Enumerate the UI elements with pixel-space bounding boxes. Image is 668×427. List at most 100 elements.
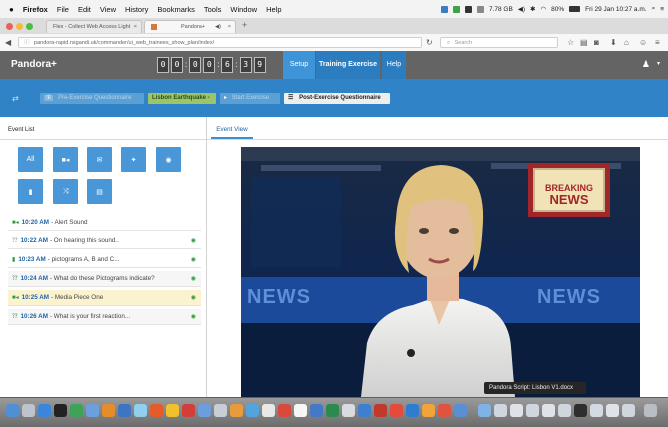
site-info-icon[interactable]: ⓘ xyxy=(24,40,30,46)
app-icon[interactable] xyxy=(262,404,275,417)
tab-flex[interactable]: Flex - Collect Web Access Light × xyxy=(46,20,142,33)
nav-setup[interactable]: Setup xyxy=(283,51,315,79)
menu-history[interactable]: History xyxy=(125,5,148,14)
trash-icon[interactable] xyxy=(644,404,657,417)
app-icon[interactable] xyxy=(86,404,99,417)
home-icon[interactable]: ⌂ xyxy=(624,38,629,47)
nav-training-exercise[interactable]: Training Exercise xyxy=(316,51,380,79)
chevron-down-icon[interactable]: ▾ xyxy=(657,60,660,67)
menu-window[interactable]: Window xyxy=(230,5,257,14)
window-thumbnail[interactable] xyxy=(574,404,587,417)
eye-icon[interactable]: ◉ xyxy=(191,275,196,282)
tray-app-icon[interactable] xyxy=(476,5,484,13)
app-icon[interactable] xyxy=(438,404,451,417)
app-icon[interactable] xyxy=(278,404,291,417)
menu-bookmarks[interactable]: Bookmarks xyxy=(157,5,195,14)
tray-app-icon[interactable] xyxy=(440,5,448,13)
user-icon[interactable]: ♟ xyxy=(642,59,650,70)
window-thumbnail[interactable] xyxy=(526,404,539,417)
back-button[interactable]: ◀ xyxy=(5,38,11,47)
app-icon[interactable] xyxy=(182,404,195,417)
eye-icon[interactable]: ◉ xyxy=(191,256,196,263)
app-icon[interactable] xyxy=(230,404,243,417)
close-tab-icon[interactable]: × xyxy=(228,24,231,30)
volume-icon[interactable]: ◀) xyxy=(518,5,525,13)
app-icon[interactable] xyxy=(326,404,339,417)
event-row[interactable]: ⁇ 10:26 AM - What is your first reaction… xyxy=(8,309,201,325)
window-thumbnail[interactable] xyxy=(590,404,603,417)
terminal-icon[interactable] xyxy=(54,404,67,417)
safari-icon[interactable] xyxy=(38,404,51,417)
bookmark-star-icon[interactable]: ☆ xyxy=(567,38,574,47)
wifi-icon[interactable]: ◠ xyxy=(540,5,546,13)
chrome-icon[interactable] xyxy=(70,404,83,417)
filter-all-button[interactable]: All xyxy=(18,147,43,172)
finder-icon[interactable] xyxy=(6,404,19,417)
menu-toggle-icon[interactable]: ⇄ xyxy=(12,94,19,103)
event-row[interactable]: ⁇ 10:24 AM - What do these Pictograms in… xyxy=(8,271,201,287)
filter-video-button[interactable]: ■◂ xyxy=(53,147,78,172)
step-start-exercise[interactable]: ▸ Start Exercise xyxy=(220,93,280,104)
window-thumbnail[interactable] xyxy=(622,404,635,417)
app-icon[interactable] xyxy=(198,404,211,417)
app-icon[interactable] xyxy=(294,404,307,417)
menu-app-firefox[interactable]: Firefox xyxy=(23,5,48,14)
hamburger-menu-icon[interactable]: ≡ xyxy=(655,38,660,47)
downloads-icon[interactable]: ⬇ xyxy=(610,38,617,47)
app-icon[interactable] xyxy=(118,404,131,417)
window-thumbnail[interactable] xyxy=(494,404,507,417)
new-tab-button[interactable]: + xyxy=(242,20,247,30)
notification-center-icon[interactable]: ≡ xyxy=(660,6,664,13)
menu-view[interactable]: View xyxy=(100,5,116,14)
reload-icon[interactable]: ↻ xyxy=(426,38,433,47)
step-pre-exercise-questionnaire[interactable]: ① Pre-Exercise Questionnaire xyxy=(40,93,144,104)
scenario-selector[interactable]: Lisbon Earthquake - xyxy=(148,93,216,104)
app-icon[interactable] xyxy=(310,404,323,417)
app-icon[interactable] xyxy=(454,404,467,417)
filter-document-button[interactable]: ▮ xyxy=(18,179,43,204)
url-bar[interactable]: ⓘ pandora-rapid.nsgandi.uk/commander/ui_… xyxy=(18,37,422,48)
window-thumbnail[interactable] xyxy=(558,404,571,417)
step-post-exercise-questionnaire[interactable]: ☰ Post-Exercise Questionnaire xyxy=(284,93,390,104)
close-tab-icon[interactable]: × xyxy=(134,24,137,30)
app-icon[interactable] xyxy=(134,404,147,417)
eye-icon[interactable]: ◉ xyxy=(191,294,196,301)
folder-icon[interactable] xyxy=(478,404,491,417)
spotlight-icon[interactable]: ⌕ xyxy=(652,5,656,13)
app-icon[interactable] xyxy=(150,404,163,417)
menu-tools[interactable]: Tools xyxy=(204,5,222,14)
app-icon[interactable] xyxy=(214,404,227,417)
pocket-icon[interactable]: ◙ xyxy=(594,38,599,47)
window-thumbnail[interactable] xyxy=(510,404,523,417)
tab-event-view[interactable]: Event View xyxy=(211,123,253,139)
app-icon[interactable] xyxy=(374,404,387,417)
tray-app-icon[interactable] xyxy=(452,5,460,13)
news-video-player[interactable]: BREAKING NEWS NEWS NEWS xyxy=(241,147,640,397)
tab-pandora[interactable]: Pandora+ ◀) × xyxy=(144,20,236,33)
filter-news-button[interactable]: ▤ xyxy=(87,179,112,204)
network-meter[interactable]: 7.78 GB xyxy=(489,6,513,13)
launchpad-icon[interactable] xyxy=(22,404,35,417)
audio-playing-icon[interactable]: ◀) xyxy=(215,24,221,30)
app-icon[interactable] xyxy=(406,404,419,417)
clock[interactable]: Fri 29 Jan 10:27 a.m. xyxy=(585,6,646,13)
eye-icon[interactable]: ◉ xyxy=(191,313,196,320)
battery-percent[interactable]: 80% xyxy=(551,6,564,13)
filter-email-button[interactable]: ✉ xyxy=(87,147,112,172)
app-icon[interactable] xyxy=(342,404,355,417)
menu-edit[interactable]: Edit xyxy=(78,5,91,14)
nav-help[interactable]: Help xyxy=(382,51,406,79)
app-icon[interactable] xyxy=(102,404,115,417)
app-icon[interactable] xyxy=(246,404,259,417)
app-icon[interactable] xyxy=(422,404,435,417)
filter-web-button[interactable]: ◉ xyxy=(156,147,181,172)
window-thumbnail[interactable] xyxy=(606,404,619,417)
filter-shuffle-button[interactable]: ⤨ xyxy=(53,179,78,204)
event-row-selected[interactable]: ■◂ 10:25 AM - Media Piece One ◉ xyxy=(8,290,201,306)
app-icon[interactable] xyxy=(358,404,371,417)
event-row[interactable]: ▮ 10:23 AM - pictograms A, B and C... ◉ xyxy=(8,252,201,268)
menu-help[interactable]: Help xyxy=(266,5,281,14)
apple-icon[interactable]: ● xyxy=(9,5,14,14)
window-thumbnail[interactable] xyxy=(542,404,555,417)
app-icon[interactable] xyxy=(166,404,179,417)
